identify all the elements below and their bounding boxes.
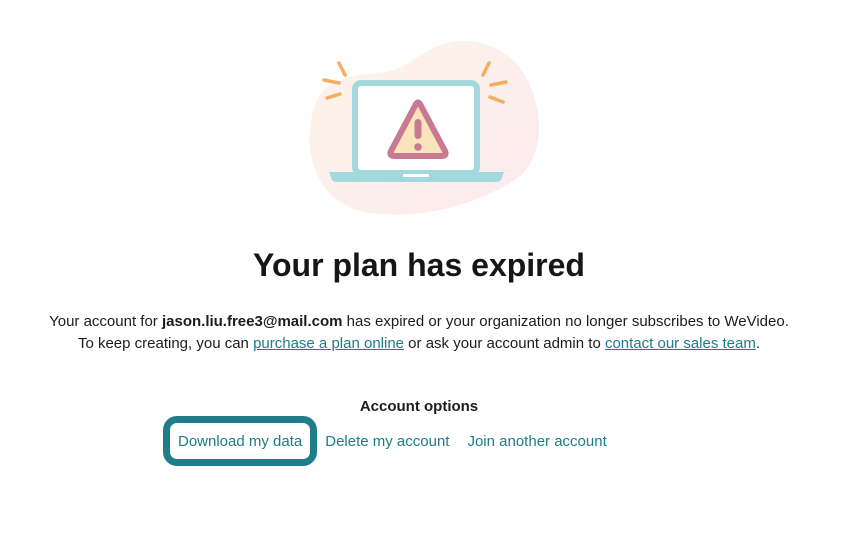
account-options-heading: Account options	[359, 398, 479, 415]
message-text: has expired or your organization no long…	[342, 313, 789, 330]
message-text: To keep creating, you can	[77, 335, 254, 352]
contact-sales-link[interactable]: contact our sales team	[605, 335, 756, 352]
delete-account-button[interactable]: Delete my account	[325, 433, 449, 450]
expired-message: Your account for jason.liu.free3@mail.co…	[0, 311, 838, 355]
purchase-plan-link[interactable]: purchase a plan online	[253, 335, 404, 352]
account-options: Download my data Delete my account Join …	[163, 416, 607, 466]
message-text: .	[755, 335, 761, 352]
download-data-focus-ring[interactable]: Download my data	[163, 416, 318, 466]
message-text: or ask your account admin to	[404, 335, 605, 352]
download-data-button[interactable]: Download my data	[178, 433, 302, 450]
join-account-button[interactable]: Join another account	[467, 433, 606, 450]
warning-exclamation	[414, 119, 422, 139]
laptop-warning-icon	[309, 40, 539, 215]
message-text: Your account for	[49, 313, 162, 330]
message-line-2: To keep creating, you can purchase a pla…	[0, 333, 838, 355]
message-line-1: Your account for jason.liu.free3@mail.co…	[0, 311, 838, 333]
page-title: Your plan has expired	[253, 247, 585, 283]
expired-plan-page: Your plan has expired Your account for j…	[0, 0, 851, 548]
account-email: jason.liu.free3@mail.com	[161, 313, 343, 330]
